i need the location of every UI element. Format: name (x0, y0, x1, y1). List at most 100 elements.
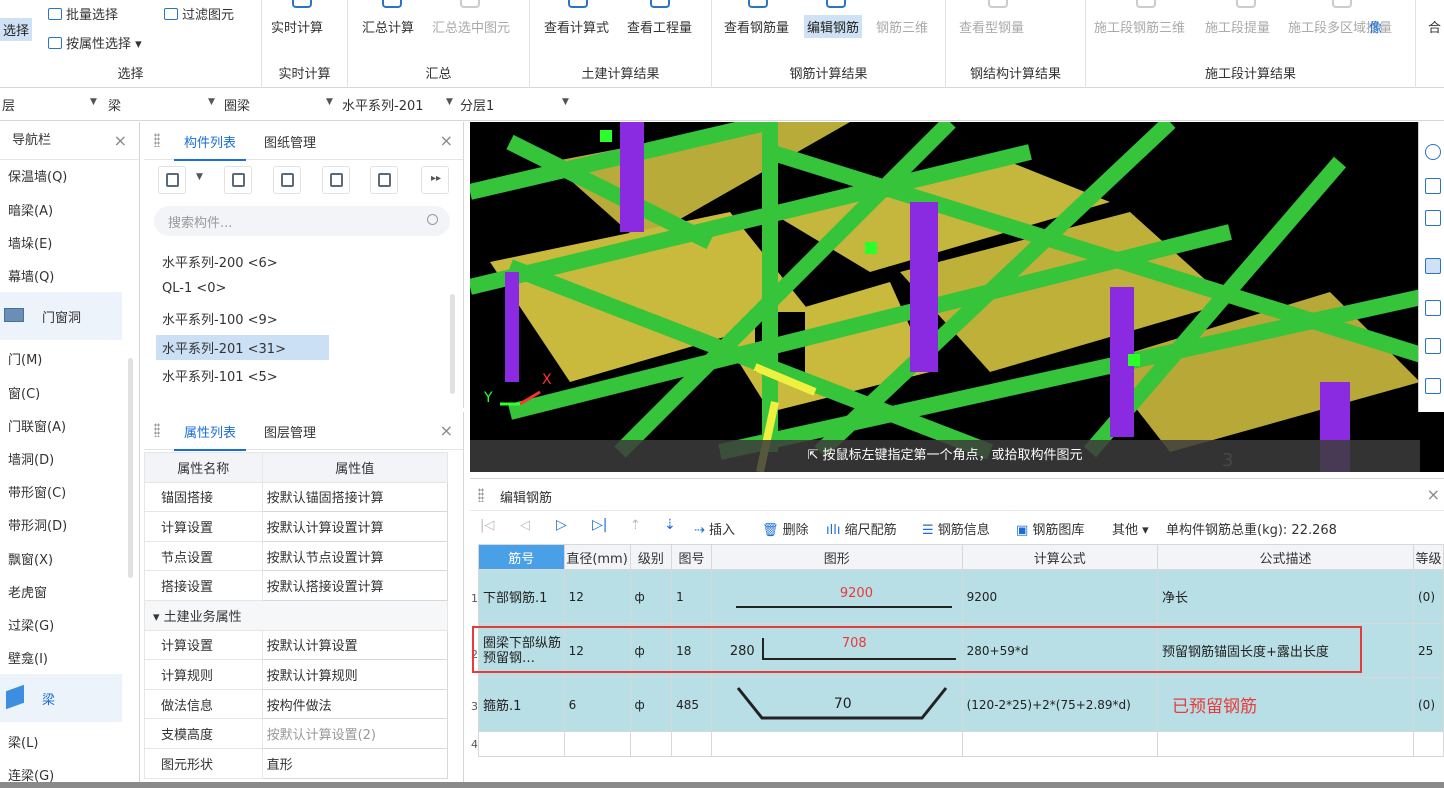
list-item-selected[interactable]: 水平系列-201 <31> (156, 335, 329, 360)
scale-rebar-button[interactable]: ıllı 缩尺配筋 (826, 519, 897, 538)
tab-property-list[interactable]: 属性列表 (173, 422, 247, 451)
close-icon[interactable]: × (440, 131, 453, 150)
duplicate-button[interactable] (322, 166, 350, 194)
type-select[interactable]: 梁 ▼ (108, 95, 218, 114)
rebar-description[interactable]: 净长 (1156, 569, 1415, 624)
nav-item[interactable]: 门联窗(A) (8, 416, 66, 435)
property-value[interactable]: 按默认计算设置 (261, 629, 449, 661)
nav-item[interactable]: 墙洞(D) (8, 449, 54, 468)
nav-item[interactable]: 带形窗(C) (8, 482, 66, 501)
nav-item[interactable]: 梁(L) (8, 732, 38, 751)
nav-item[interactable]: 老虎窗 (8, 582, 47, 601)
insert-button[interactable]: ⇢ 插入 (694, 519, 735, 538)
3d-box-icon[interactable] (1425, 338, 1441, 354)
orbit-icon[interactable] (1425, 144, 1441, 160)
stage-rebar-3d-button[interactable]: 施工段钢筋三维 (1094, 17, 1185, 36)
empty-cell[interactable] (710, 731, 963, 757)
rebar-diameter[interactable]: 12 (563, 569, 631, 624)
3d-viewport[interactable]: X Y 3 (470, 122, 1444, 472)
move-down-button[interactable]: ⇣ (664, 517, 676, 533)
property-value[interactable]: 按默认计算设置(2) (261, 718, 449, 749)
cube-view-icon[interactable] (1425, 210, 1441, 226)
realtime-calc-button[interactable]: 实时计算 (271, 17, 323, 36)
component-scrollbar[interactable] (450, 294, 455, 394)
more-button[interactable]: ▸▸ (421, 166, 449, 194)
tab-component-list[interactable]: 构件列表 (173, 132, 247, 161)
property-value[interactable]: 按默认计算规则 (261, 659, 449, 690)
list-item[interactable]: 水平系列-100 <9> (162, 309, 278, 328)
nav-item[interactable]: 带形洞(D) (8, 515, 67, 534)
rebar-shape[interactable]: 70 (710, 677, 963, 732)
copy-button[interactable] (224, 166, 252, 194)
new-component-button[interactable] (158, 166, 186, 194)
property-value[interactable]: 按默认节点设置计算 (261, 540, 449, 572)
property-value[interactable]: 按构件做法 (261, 688, 449, 720)
filter-button[interactable]: 过滤图元 (164, 4, 234, 23)
empty-cell[interactable] (1156, 731, 1415, 757)
summary-selected-button[interactable]: 汇总选中图元 (432, 17, 510, 36)
rebar-formula[interactable]: 9200 (961, 569, 1158, 624)
tab-layer-manage[interactable]: 图层管理 (264, 422, 316, 441)
rebar-name[interactable]: 下部钢筋.1 (478, 569, 565, 624)
rebar-formula[interactable]: (120-2*25)+2*(75+2.89*d) (961, 677, 1158, 732)
nav-group-doors[interactable]: 门窗洞 (0, 292, 122, 340)
nav-item[interactable]: 保温墙(Q) (8, 166, 67, 185)
rebar-library-button[interactable]: ▣ 钢筋图库 (1016, 519, 1084, 538)
nav-item[interactable]: 过梁(G) (8, 615, 54, 634)
nav-item[interactable]: 窗(C) (8, 383, 40, 402)
rebar-grade[interactable]: ф (629, 677, 673, 732)
view-steel-button[interactable]: 查看型钢量 (959, 17, 1024, 36)
chevron-down-icon[interactable]: ▼ (196, 172, 203, 182)
delete-row-button[interactable]: 🗑︎ 删除 (762, 519, 809, 538)
view-formula-button[interactable]: 查看计算式 (544, 17, 609, 36)
property-section-row[interactable]: ▾ 土建业务属性 (144, 599, 448, 631)
rebar-3d-button[interactable]: 钢筋三维 (876, 17, 928, 36)
rebar-info-button[interactable]: ☰ 钢筋信息 (922, 519, 990, 538)
layer-select[interactable]: 分层1 ▼ (460, 95, 572, 114)
rebar-extra[interactable]: (0) (1413, 569, 1444, 624)
list-icon[interactable] (1425, 378, 1441, 394)
property-value[interactable]: 按默认计算设置计算 (261, 511, 449, 542)
merge-button[interactable]: 合 (1428, 17, 1441, 36)
drag-handle-icon[interactable] (478, 488, 484, 502)
empty-cell[interactable] (478, 731, 565, 757)
layer-view-icon[interactable] (1425, 258, 1441, 274)
property-section[interactable]: ▾ 土建业务属性 (144, 599, 448, 631)
select-button[interactable]: 选择 (0, 18, 33, 41)
drag-handle-icon[interactable] (154, 423, 160, 437)
nav-item[interactable]: 幕墙(Q) (8, 266, 54, 285)
attr-select-button[interactable]: 按属性选择 ▾ (48, 33, 142, 52)
table-row[interactable]: 箍筋.1 6 ф 485 70 (120-2*25)+2*(75+2.89*d)… (478, 677, 1444, 732)
frame-icon[interactable] (1425, 300, 1441, 316)
edit-rebar-button[interactable]: 编辑钢筋 (804, 15, 863, 38)
list-item[interactable]: 水平系列-101 <5> (162, 366, 278, 385)
view-quantity-button[interactable]: 查看工程量 (627, 17, 692, 36)
delete-button[interactable] (273, 166, 301, 194)
first-row-button[interactable]: |◁ (480, 518, 494, 533)
nav-item[interactable]: 墙垛(E) (8, 233, 52, 252)
table-row[interactable]: 下部钢筋.1 12 ф 1 9200 9200 净长 (0) (478, 569, 1444, 624)
close-icon[interactable]: × (114, 122, 127, 160)
nav-item[interactable]: 飘窗(X) (8, 549, 53, 568)
summary-calc-button[interactable]: 汇总计算 (362, 17, 414, 36)
table-row[interactable] (478, 731, 1444, 757)
nav-group-beam[interactable]: 梁 (0, 674, 122, 722)
rebar-extra[interactable]: (0) (1413, 677, 1444, 732)
empty-cell[interactable] (629, 731, 673, 757)
rebar-extra[interactable]: 25 (1413, 623, 1444, 678)
rebar-figure[interactable]: 485 (671, 677, 712, 732)
2d-view-icon[interactable] (1425, 178, 1441, 194)
layer-copy-button[interactable] (370, 166, 398, 194)
rebar-grade[interactable]: ф (629, 569, 673, 624)
stage-quantity-button[interactable]: 施工段提量 (1205, 17, 1270, 36)
close-icon[interactable]: × (1427, 485, 1440, 504)
nav-item[interactable]: 门(M) (8, 349, 42, 368)
move-up-button[interactable]: ⇡ (630, 518, 641, 533)
nav-scrollbar[interactable] (128, 358, 133, 578)
other-menu-button[interactable]: 其他 ▾ (1112, 519, 1149, 538)
last-row-button[interactable]: ▷| (592, 517, 607, 533)
search-input[interactable]: 搜索构件... (154, 206, 450, 236)
drag-handle-icon[interactable] (154, 133, 160, 147)
rebar-diameter[interactable]: 6 (563, 677, 631, 732)
empty-cell[interactable] (671, 731, 712, 757)
